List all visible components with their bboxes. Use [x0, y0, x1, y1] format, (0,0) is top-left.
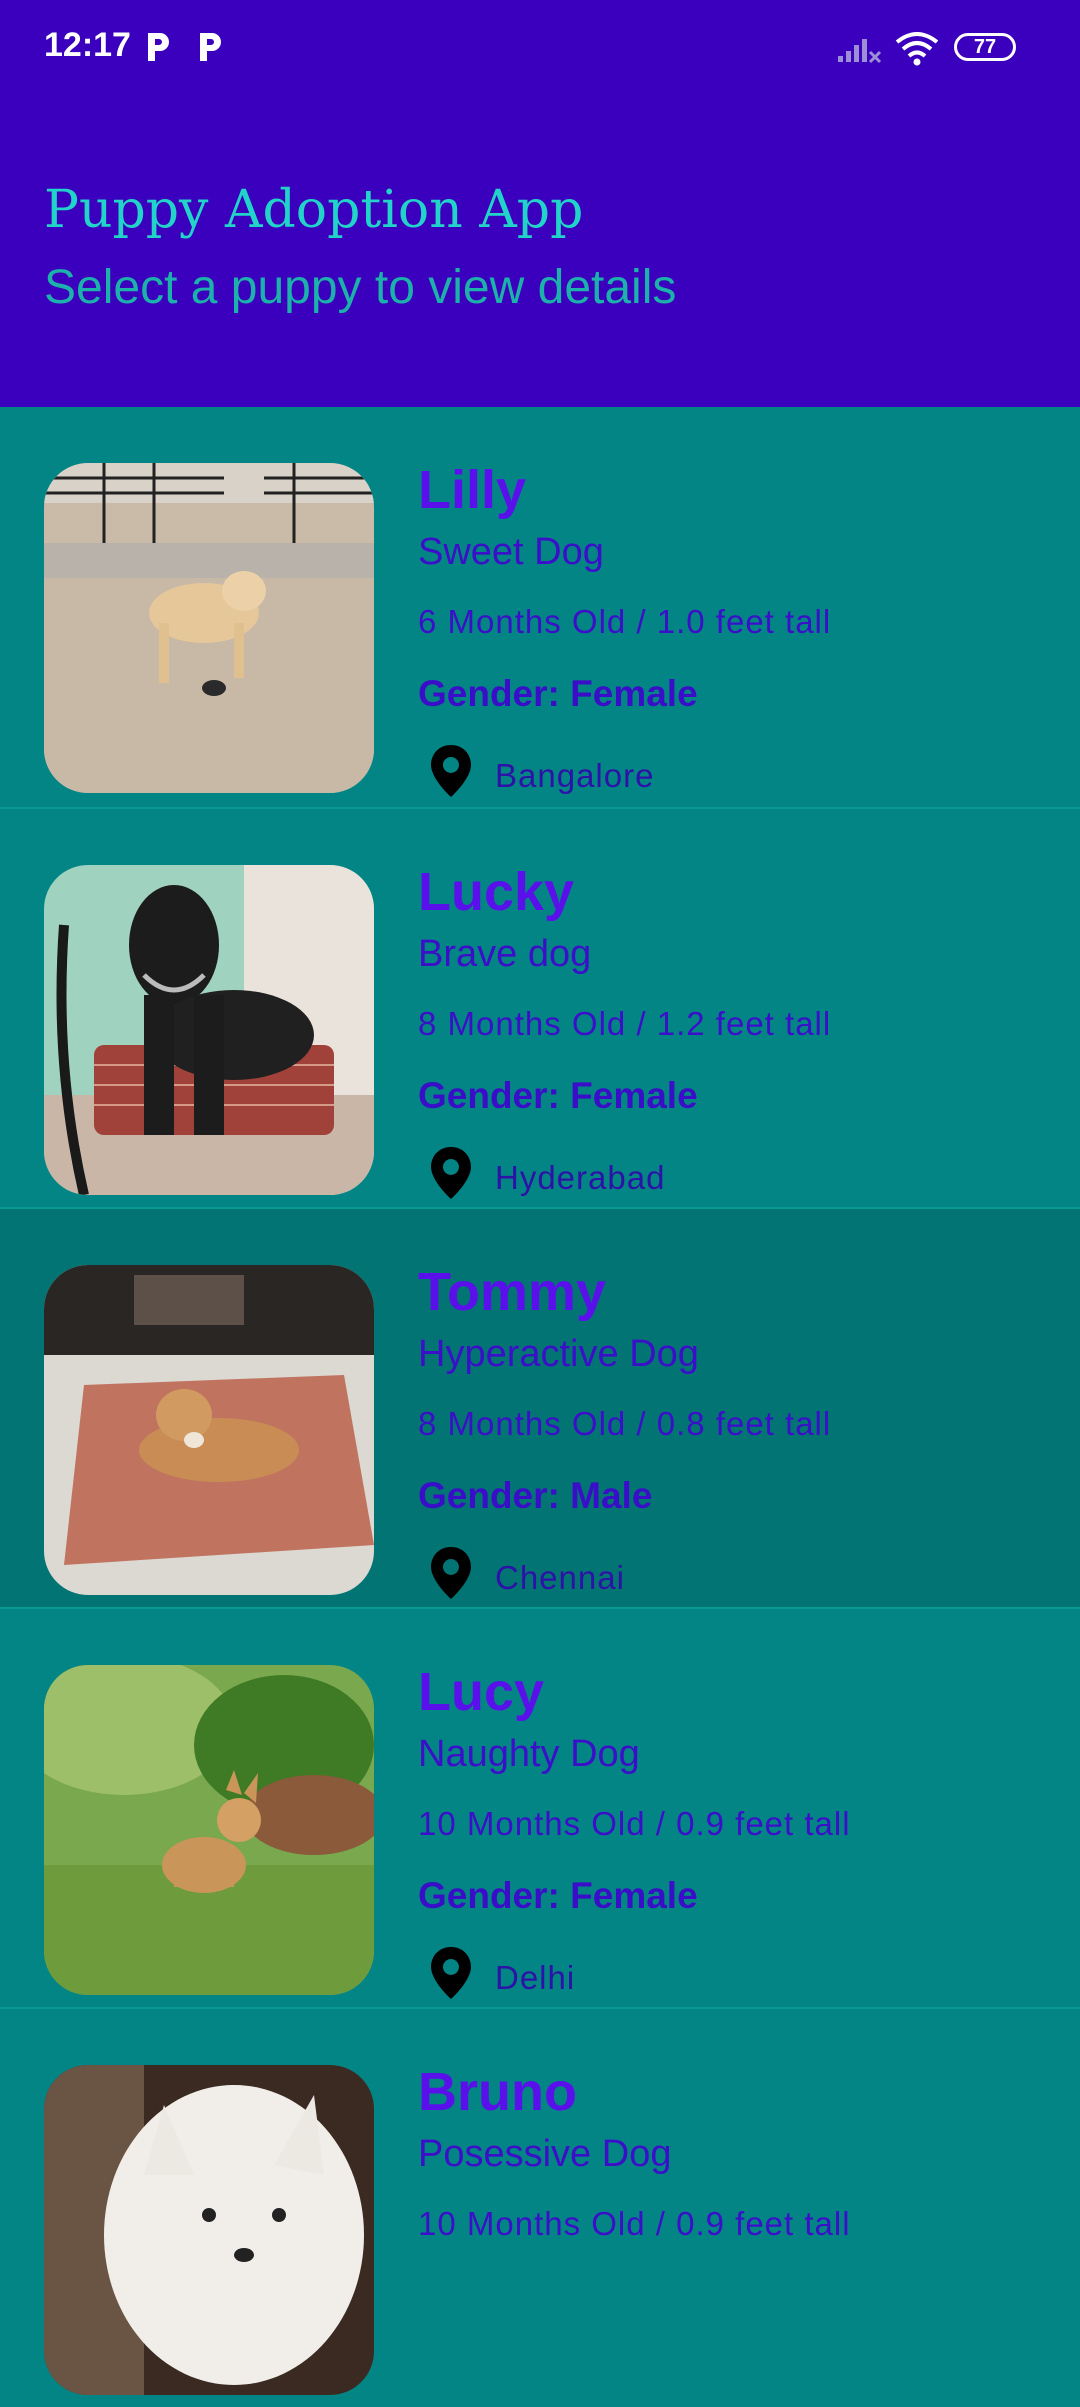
- puppy-location: Chennai: [495, 1559, 625, 1596]
- list-item[interactable]: Lucy Naughty Dog 10 Months Old / 0.9 fee…: [0, 1607, 1080, 2007]
- puppy-name: Lucky: [418, 862, 575, 922]
- puppy-gender: Gender: Female: [418, 673, 698, 714]
- status-time: 12:17: [44, 26, 131, 64]
- p-notification-icon: [148, 33, 169, 61]
- puppy-temperament: Hyperactive Dog: [418, 1333, 699, 1375]
- app-title: Puppy Adoption App: [44, 180, 584, 240]
- puppy-photo: [44, 1265, 374, 1595]
- location-pin-icon: [431, 745, 471, 797]
- wifi-icon: [895, 32, 939, 66]
- location-pin-icon: [431, 1947, 471, 1999]
- puppy-gender: Gender: Male: [418, 1475, 653, 1516]
- location-pin-icon: [431, 1147, 471, 1199]
- app-header: 12:17 77 Puppy Adoption App Select a pup…: [0, 0, 1080, 407]
- list-item[interactable]: Lucky Brave dog 8 Months Old / 1.2 feet …: [0, 807, 1080, 1207]
- puppy-age-height: 8 Months Old / 0.8 feet tall: [418, 1405, 832, 1442]
- location-pin-icon: [431, 1547, 471, 1599]
- puppy-photo: [44, 1665, 374, 1995]
- puppy-photo: [44, 865, 374, 1195]
- puppy-age-height: 10 Months Old / 0.9 feet tall: [418, 1805, 851, 1842]
- list-item[interactable]: Bruno Posessive Dog 10 Months Old / 0.9 …: [0, 2007, 1080, 2407]
- puppy-name: Tommy: [418, 1262, 607, 1322]
- puppy-temperament: Posessive Dog: [418, 2133, 672, 2175]
- app-subtitle: Select a puppy to view details: [44, 261, 677, 314]
- puppy-temperament: Naughty Dog: [418, 1733, 640, 1775]
- puppy-age-height: 6 Months Old / 1.0 feet tall: [418, 603, 832, 640]
- puppy-photo: [44, 463, 374, 793]
- p-notification-icon: [200, 33, 221, 61]
- puppy-age-height: 10 Months Old / 0.9 feet tall: [418, 2205, 851, 2242]
- puppy-photo: [44, 2065, 374, 2395]
- puppy-name: Bruno: [418, 2062, 577, 2122]
- status-bar: 12:17 77: [0, 0, 1080, 96]
- puppy-temperament: Sweet Dog: [418, 531, 604, 573]
- list-item[interactable]: Lilly Sweet Dog 6 Months Old / 1.0 feet …: [0, 407, 1080, 807]
- puppy-temperament: Brave dog: [418, 933, 592, 975]
- puppy-location: Delhi: [495, 1959, 576, 1996]
- list-item[interactable]: Tommy Hyperactive Dog 8 Months Old / 0.8…: [0, 1207, 1080, 1607]
- puppy-age-height: 8 Months Old / 1.2 feet tall: [418, 1005, 832, 1042]
- puppy-gender: Gender: Female: [418, 1875, 698, 1916]
- puppy-gender: Gender: Female: [418, 1075, 698, 1116]
- battery-icon: 77: [954, 33, 1016, 61]
- puppy-list[interactable]: Lilly Sweet Dog 6 Months Old / 1.0 feet …: [0, 407, 1080, 2407]
- puppy-location: Bangalore: [495, 757, 655, 794]
- puppy-location: Hyderabad: [495, 1159, 666, 1196]
- signal-icon: [838, 39, 882, 64]
- puppy-name: Lilly: [418, 460, 527, 520]
- puppy-name: Lucy: [418, 1662, 545, 1722]
